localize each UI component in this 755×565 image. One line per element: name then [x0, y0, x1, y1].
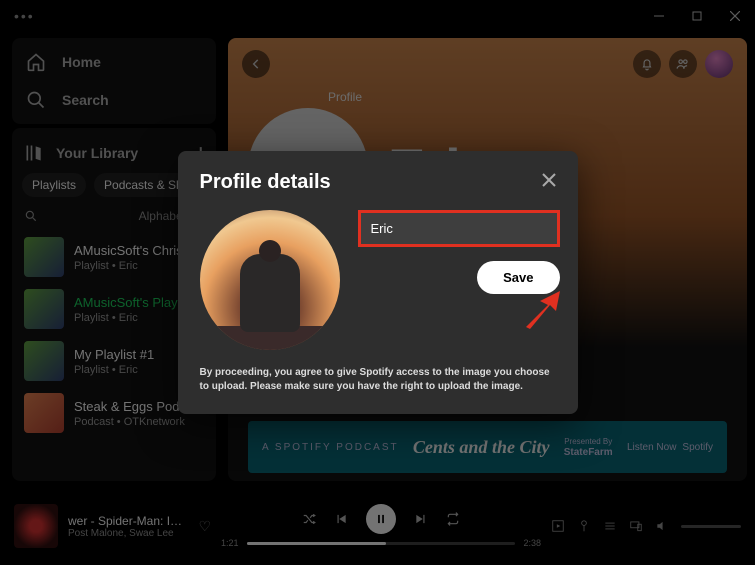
modal-close-button[interactable]: [542, 173, 556, 192]
profile-name-input[interactable]: [358, 210, 560, 247]
modal-title: Profile details: [200, 171, 331, 194]
close-icon: [542, 173, 556, 187]
annotation-arrow-icon: [520, 289, 562, 331]
profile-details-modal: Profile details Save By proceeding, you …: [178, 151, 578, 414]
profile-photo-picker[interactable]: [200, 210, 340, 350]
modal-backdrop[interactable]: Profile details Save By proceeding, you …: [0, 0, 755, 565]
modal-disclaimer: By proceeding, you agree to give Spotify…: [200, 366, 556, 394]
